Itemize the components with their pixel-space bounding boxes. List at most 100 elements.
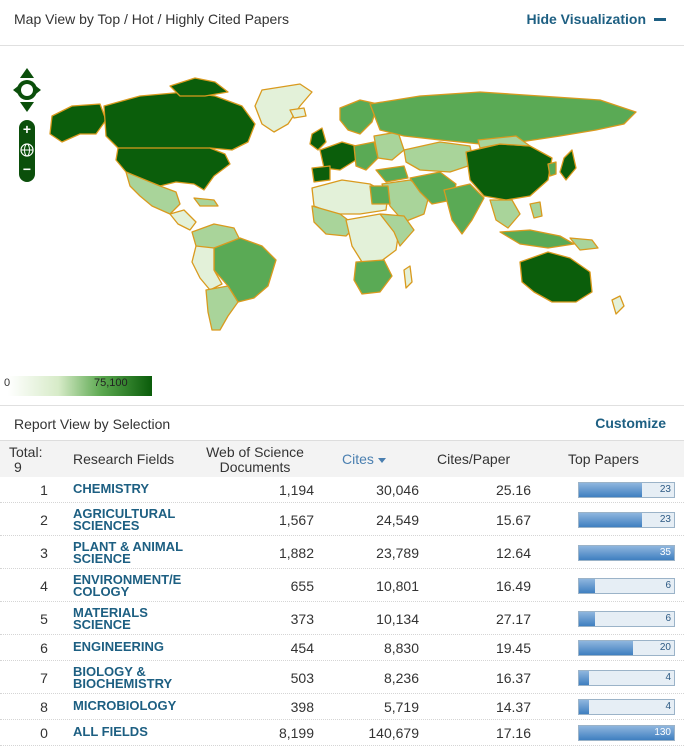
map-title: Map View by Top / Hot / Highly Cited Pap… — [14, 11, 289, 27]
pan-arrows-icon[interactable] — [12, 66, 42, 114]
collapse-icon — [654, 17, 666, 21]
top-papers-bar-fill — [579, 641, 633, 655]
cites-value: 10,134 — [376, 610, 419, 627]
top-papers-bar-fill — [579, 578, 595, 593]
cites-per-paper-value: 15.67 — [495, 511, 531, 528]
wos-documents-value[interactable]: 454 — [291, 640, 314, 656]
top-papers-bar-fill — [579, 483, 642, 497]
wos-documents-value[interactable]: 1,882 — [279, 545, 314, 561]
hide-visualization-button[interactable]: Hide Visualization — [526, 11, 666, 27]
cites-value: 5,719 — [383, 699, 419, 715]
region-eastern-europe — [373, 131, 405, 161]
wos-documents-value[interactable]: 1,567 — [279, 512, 314, 528]
region-canada-islands — [169, 77, 229, 97]
cites-header-label: Cites — [342, 451, 374, 467]
row-rank: 3 — [40, 544, 48, 561]
research-field-link[interactable]: ENVIRONMENT/E COLOGY — [73, 573, 198, 599]
cites-per-paper-value: 16.37 — [495, 669, 531, 686]
region-alaska — [49, 103, 107, 143]
region-iberia — [311, 165, 331, 183]
row-rank: 6 — [40, 640, 48, 656]
cites-per-paper-value: 27.17 — [495, 610, 531, 627]
top-papers-header[interactable]: Top Papers — [568, 452, 639, 467]
field-name-line2: COLOGY — [73, 583, 130, 599]
field-name-line2: SCIENCE — [73, 550, 131, 566]
research-field-link[interactable]: BIOLOGY & BIOCHEMISTRY — [73, 665, 198, 691]
table-row: 6 ENGINEERING 454 8,830 19.45 20 — [0, 635, 684, 661]
wos-documents-value[interactable]: 8,199 — [279, 725, 314, 741]
wos-documents-value[interactable]: 398 — [291, 699, 314, 715]
cites-per-paper-value: 12.64 — [495, 544, 531, 561]
wos-documents-value[interactable]: 373 — [291, 611, 314, 627]
legend-max: 75,100 — [94, 377, 128, 389]
region-korea — [547, 161, 557, 177]
top-papers-bar[interactable]: 23 — [578, 511, 675, 528]
top-papers-count: 23 — [659, 513, 671, 525]
wos-header-line2: Documents — [219, 459, 291, 475]
cites-header-sort[interactable]: Cites — [342, 452, 386, 467]
wos-documents-value[interactable]: 503 — [291, 670, 314, 686]
top-papers-bar[interactable]: 4 — [578, 669, 675, 686]
research-fields-table: Total: 9 Research Fields Web of Science D… — [0, 440, 684, 746]
row-rank: 8 — [40, 699, 48, 715]
region-madagascar — [403, 265, 413, 289]
table-header: Total: 9 Research Fields Web of Science D… — [0, 440, 684, 477]
globe-icon[interactable] — [19, 142, 35, 158]
world-map-canvas[interactable] — [0, 47, 684, 402]
region-philippines — [529, 201, 543, 219]
research-field-link[interactable]: PLANT & ANIMAL SCIENCE — [73, 540, 198, 566]
row-rank: 4 — [40, 577, 48, 594]
table-row: 3 PLANT & ANIMAL SCIENCE 1,882 23,789 12.64 35 — [0, 536, 684, 569]
region-china — [465, 143, 553, 201]
region-india — [443, 183, 485, 235]
top-papers-count: 35 — [659, 546, 671, 558]
top-papers-count: 23 — [659, 484, 671, 495]
sort-desc-icon — [377, 457, 386, 463]
row-rank: 2 — [40, 511, 48, 528]
wos-documents-value[interactable]: 1,194 — [279, 482, 314, 498]
zoom-in-icon[interactable]: + — [19, 122, 35, 138]
cites-per-paper-value: 14.37 — [495, 699, 531, 715]
field-name-line1: ENGINEERING — [73, 639, 165, 654]
top-papers-count: 6 — [665, 579, 671, 591]
total-value: 9 — [14, 459, 22, 475]
top-papers-bar-fill — [579, 700, 589, 714]
wos-documents-header[interactable]: Web of Science Documents — [204, 445, 306, 475]
top-papers-bar[interactable]: 23 — [578, 482, 675, 498]
table-row: 8 MICROBIOLOGY 398 5,719 14.37 4 — [0, 694, 684, 720]
zoom-out-icon[interactable]: − — [19, 162, 35, 178]
region-canada — [103, 91, 256, 155]
legend-gradient — [8, 376, 152, 396]
research-field-link[interactable]: AGRICULTURAL SCIENCES — [73, 507, 198, 533]
world-map[interactable]: + − — [0, 47, 684, 402]
field-name-line2: BIOCHEMISTRY — [73, 675, 173, 691]
field-name-line2: SCIENCES — [73, 517, 140, 533]
research-field-link[interactable]: ENGINEERING — [73, 639, 198, 654]
top-papers-count: 20 — [659, 642, 671, 653]
table-row: 5 MATERIALS SCIENCE 373 10,134 27.17 6 — [0, 602, 684, 635]
cites-value: 10,801 — [376, 577, 419, 594]
top-papers-bar[interactable]: 4 — [578, 699, 675, 715]
top-papers-bar-fill — [579, 512, 642, 527]
map-navigation-controls: + − — [12, 66, 42, 182]
top-papers-bar[interactable]: 20 — [578, 640, 675, 656]
cites-value: 23,789 — [376, 544, 419, 561]
cites-per-paper-value: 17.16 — [495, 725, 531, 741]
total-label: Total: — [9, 444, 43, 460]
region-central-asia — [403, 141, 475, 173]
region-turkey — [375, 165, 409, 183]
customize-link[interactable]: Customize — [595, 415, 666, 431]
field-name-line1: ALL FIELDS — [73, 724, 148, 739]
table-body: 1 CHEMISTRY 1,194 30,046 25.16 23 2 AGRICULTURA… — [0, 477, 684, 746]
research-field-link[interactable]: MICROBIOLOGY — [73, 699, 198, 712]
top-papers-bar[interactable]: 6 — [578, 577, 675, 594]
cites-per-paper-header[interactable]: Cites/Paper — [437, 452, 510, 467]
research-field-link[interactable]: MATERIALS SCIENCE — [73, 606, 198, 631]
top-papers-bar[interactable]: 130 — [578, 725, 675, 741]
top-papers-bar[interactable]: 35 — [578, 544, 675, 561]
research-field-link[interactable]: CHEMISTRY — [73, 482, 198, 495]
research-field-link[interactable]: ALL FIELDS — [73, 724, 198, 739]
top-papers-bar[interactable]: 6 — [578, 610, 675, 627]
wos-documents-value[interactable]: 655 — [291, 578, 314, 594]
region-indonesia — [499, 229, 575, 249]
